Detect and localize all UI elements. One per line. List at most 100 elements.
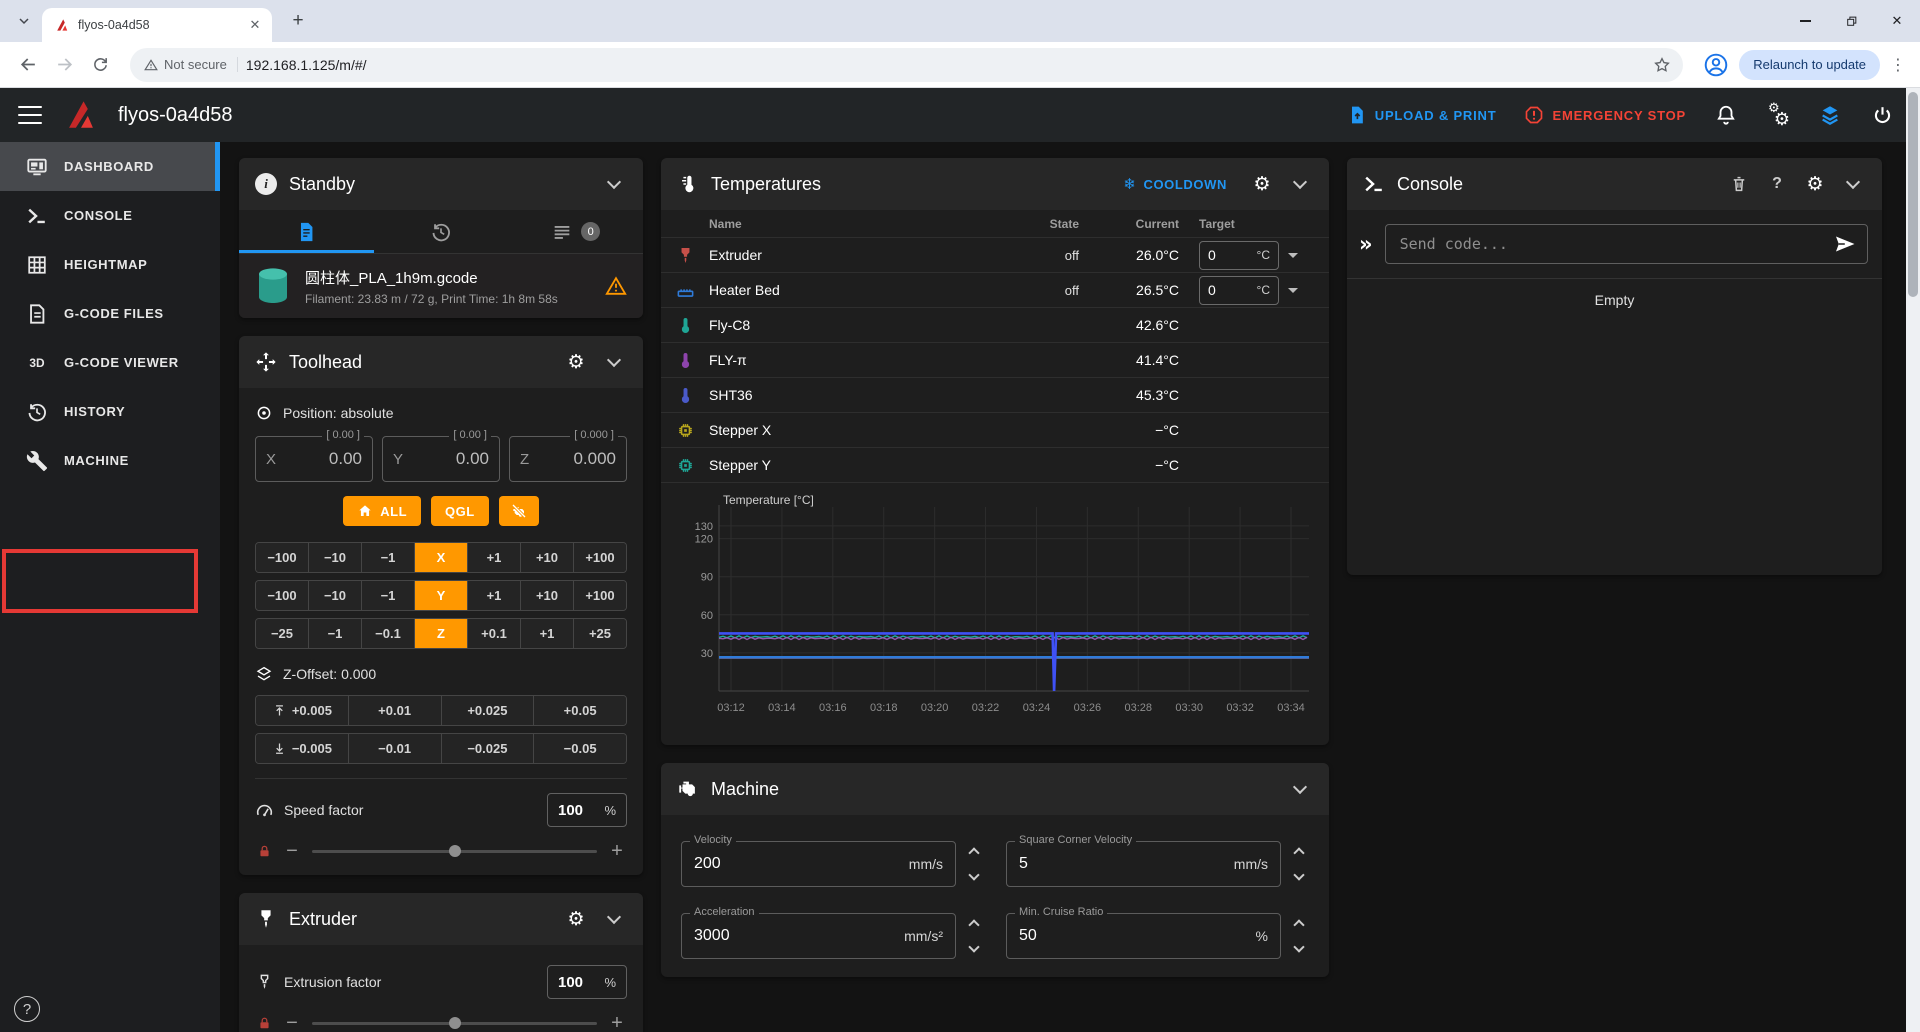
square-corner-velocity-input[interactable]: Square Corner Velocity5mm/s — [1006, 841, 1281, 887]
relaunch-update-button[interactable]: Relaunch to update — [1739, 50, 1880, 80]
stepper-up-button[interactable] — [968, 847, 979, 858]
sidebar-item-dashboard[interactable]: DASHBOARD — [0, 142, 220, 191]
upload-print-button[interactable]: UPLOAD & PRINT — [1347, 105, 1497, 125]
jog-y-button[interactable]: +100 — [573, 581, 626, 610]
window-minimize-button[interactable] — [1782, 0, 1828, 42]
slider-thumb[interactable] — [449, 845, 461, 857]
browser-menu-icon[interactable]: ⋮ — [1886, 55, 1910, 74]
tab-gcode-files[interactable] — [239, 210, 374, 253]
url-bar[interactable]: Not secure 192.168.1.125/m/#/ — [130, 48, 1683, 82]
lock-icon[interactable] — [257, 844, 272, 859]
stepper-down-button[interactable] — [1293, 869, 1304, 880]
z-offset-down-button[interactable]: −0.05 — [533, 734, 626, 763]
jog-axis-y-button[interactable]: Y — [414, 581, 467, 610]
z-offset-down-button[interactable]: −0.025 — [441, 734, 534, 763]
sidebar-item-console[interactable]: CONSOLE — [0, 191, 220, 240]
jog-y-button[interactable]: −10 — [308, 581, 361, 610]
scrollbar-thumb[interactable] — [1908, 92, 1918, 297]
stepper-down-button[interactable] — [1293, 941, 1304, 952]
console-help-icon[interactable]: ? — [1764, 171, 1790, 197]
notifications-bell-icon[interactable] — [1714, 103, 1738, 127]
jog-z-button[interactable]: +25 — [573, 619, 626, 648]
window-close-button[interactable]: ✕ — [1874, 0, 1920, 42]
axis-x-position-input[interactable]: [ 0.00 ]X0.00 — [255, 436, 373, 482]
jog-x-button[interactable]: +1 — [467, 543, 520, 572]
jog-x-button[interactable]: −1 — [361, 543, 414, 572]
machine-collapse-button[interactable] — [1287, 776, 1313, 802]
target-presets-caret[interactable] — [1288, 253, 1298, 258]
stepper-down-button[interactable] — [968, 869, 979, 880]
send-icon[interactable] — [1833, 232, 1857, 256]
extrusion-increase-button[interactable]: + — [609, 1015, 625, 1031]
forward-button[interactable] — [48, 49, 80, 81]
console-settings-icon[interactable]: ⚙ — [1802, 171, 1828, 197]
jog-y-button[interactable]: +1 — [467, 581, 520, 610]
tab-job-queue[interactable]: 0 — [508, 210, 643, 253]
speed-factor-slider[interactable] — [312, 850, 597, 853]
lock-icon[interactable] — [257, 1016, 272, 1031]
new-tab-button[interactable]: + — [286, 10, 310, 32]
stepper-up-button[interactable] — [968, 919, 979, 930]
target-temp-input[interactable]: 0°C — [1199, 276, 1279, 305]
jog-y-button[interactable]: −1 — [361, 581, 414, 610]
toolhead-settings-icon[interactable]: ⚙ — [563, 349, 589, 375]
qgl-button[interactable]: QGL — [431, 496, 489, 526]
z-offset-down-button[interactable]: −0.005 — [256, 734, 348, 763]
jog-z-button[interactable]: −25 — [256, 619, 308, 648]
sidebar-item-gcode-files[interactable]: G-CODE FILES — [0, 289, 220, 338]
stepper-up-button[interactable] — [1293, 847, 1304, 858]
motors-off-button[interactable] — [499, 496, 539, 526]
home-all-button[interactable]: ALL — [343, 496, 421, 526]
sidebar-item-machine[interactable]: MACHINE — [0, 436, 220, 485]
stepper-down-button[interactable] — [968, 941, 979, 952]
refresh-button[interactable] — [84, 49, 116, 81]
extrusion-factor-slider[interactable] — [312, 1022, 597, 1025]
jog-z-button[interactable]: −1 — [308, 619, 361, 648]
temperatures-settings-icon[interactable]: ⚙ — [1249, 171, 1275, 197]
sidebar-item-history[interactable]: HISTORY — [0, 387, 220, 436]
tab-search-button[interactable] — [10, 7, 38, 35]
console-expand-icon[interactable]: » — [1359, 232, 1373, 256]
z-offset-up-button[interactable]: +0.01 — [348, 696, 441, 725]
menu-icon[interactable] — [18, 106, 42, 124]
gcode-file-row[interactable]: 圆柱体_PLA_1h9m.gcode Filament: 23.83 m / 7… — [239, 254, 643, 318]
target-temp-input[interactable]: 0°C — [1199, 241, 1279, 270]
settings-gears-icon[interactable]: ⚙ ⚙ — [1766, 103, 1790, 127]
console-clear-trash-icon[interactable] — [1726, 171, 1752, 197]
status-collapse-button[interactable] — [601, 171, 627, 197]
extruder-settings-icon[interactable]: ⚙ — [563, 906, 589, 932]
emergency-stop-button[interactable]: EMERGENCY STOP — [1524, 105, 1686, 125]
tab-close-icon[interactable]: ✕ — [246, 16, 264, 34]
console-collapse-button[interactable] — [1840, 171, 1866, 197]
speed-factor-input[interactable]: 100 % — [547, 793, 627, 827]
slider-thumb[interactable] — [449, 1017, 461, 1029]
jog-z-button[interactable]: +0.1 — [467, 619, 520, 648]
speed-decrease-button[interactable]: − — [284, 843, 300, 859]
console-command-input[interactable] — [1386, 225, 1867, 263]
jog-x-button[interactable]: −10 — [308, 543, 361, 572]
cooldown-button[interactable]: ❄ COOLDOWN — [1123, 175, 1227, 193]
axis-y-position-input[interactable]: [ 0.00 ]Y0.00 — [382, 436, 500, 482]
jog-y-button[interactable]: +10 — [520, 581, 573, 610]
z-offset-up-button[interactable]: +0.005 — [256, 696, 348, 725]
min-cruise-ratio-input[interactable]: Min. Cruise Ratio50% — [1006, 913, 1281, 959]
profile-icon[interactable] — [1703, 52, 1729, 78]
target-presets-caret[interactable] — [1288, 288, 1298, 293]
sidebar-item-heightmap[interactable]: HEIGHTMAP — [0, 240, 220, 289]
power-icon[interactable] — [1870, 103, 1894, 127]
toolhead-collapse-button[interactable] — [601, 349, 627, 375]
axis-z-position-input[interactable]: [ 0.000 ]Z0.000 — [509, 436, 627, 482]
jog-axis-z-button[interactable]: Z — [414, 619, 467, 648]
z-offset-up-button[interactable]: +0.025 — [441, 696, 534, 725]
extruder-collapse-button[interactable] — [601, 906, 627, 932]
jog-x-button[interactable]: −100 — [256, 543, 308, 572]
help-button[interactable]: ? — [14, 996, 40, 1022]
extrusion-factor-input[interactable]: 100 % — [547, 965, 627, 999]
bookmark-star-icon[interactable] — [1653, 56, 1671, 74]
jog-z-button[interactable]: +1 — [520, 619, 573, 648]
speed-increase-button[interactable]: + — [609, 843, 625, 859]
security-chip[interactable]: Not secure — [144, 57, 238, 72]
page-scrollbar[interactable] — [1906, 88, 1920, 1032]
jog-x-button[interactable]: +100 — [573, 543, 626, 572]
back-button[interactable] — [12, 49, 44, 81]
